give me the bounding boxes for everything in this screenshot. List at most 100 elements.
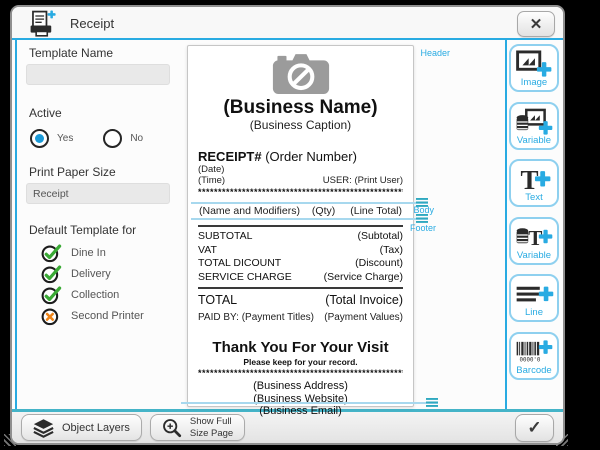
tool-label: Text <box>525 192 542 203</box>
service-charge-row[interactable]: SERVICE CHARGE(Service Charge) <box>198 271 403 285</box>
show-full-label-line1: Show Full <box>190 416 232 427</box>
object-layers-label: Object Layers <box>62 422 130 434</box>
row-label: SUBTOTAL <box>198 230 252 244</box>
receipt-template-icon <box>29 10 56 37</box>
item-total-column[interactable]: (Line Total) <box>350 205 402 217</box>
no-image-camera-icon <box>272 53 330 95</box>
business-address-object[interactable]: (Business Address) <box>198 381 403 393</box>
tool-label: Line <box>525 307 543 318</box>
line-plus-icon <box>513 280 555 307</box>
receipt-preview-canvas[interactable]: Header (Business Name) (Business Caption… <box>187 45 414 407</box>
template-name-input[interactable] <box>26 64 170 85</box>
object-layers-button[interactable]: Object Layers <box>21 414 142 441</box>
region-label-body: Body <box>413 205 434 215</box>
content-area: Template Name Active Yes No Print Paper … <box>12 40 563 409</box>
option-label: Collection <box>71 289 119 301</box>
active-no-radio[interactable] <box>103 129 122 148</box>
add-text-button[interactable]: T Text <box>509 159 559 207</box>
region-label-header: Header <box>420 48 450 58</box>
show-full-label-line2: Size Page <box>190 428 233 439</box>
paid-by-row[interactable]: PAID BY: (Payment Titles) (Payment Values… <box>198 312 403 324</box>
database-image-plus-icon <box>513 108 555 135</box>
row-label: PAID BY: (Payment Titles) <box>198 312 314 324</box>
add-text-variable-button[interactable]: T Variable <box>509 217 559 265</box>
region-label-footer: Footer <box>410 223 436 233</box>
tool-label: Variable <box>517 135 551 146</box>
svg-text:0000'0: 0000'0 <box>520 357 541 363</box>
close-button[interactable]: ✕ <box>517 11 555 37</box>
receipt-number-object[interactable]: RECEIPT# (Order Number) <box>198 149 403 164</box>
divider-rule[interactable] <box>198 287 403 289</box>
business-caption-object[interactable]: (Business Caption) <box>198 118 403 133</box>
order-number-variable: (Order Number) <box>262 149 357 164</box>
text-plus-icon: T <box>513 165 555 192</box>
checked-circle-icon <box>41 243 62 263</box>
item-name-column[interactable]: (Name and Modifiers) <box>199 205 312 217</box>
separator-line-object[interactable]: ****************************************… <box>198 188 403 197</box>
default-template-label: Default Template for <box>29 223 184 237</box>
default-option-delivery[interactable]: Delivery <box>41 263 184 284</box>
row-label: TOTAL <box>198 293 237 308</box>
image-plus-icon <box>513 50 555 77</box>
date-object[interactable]: (Date) <box>198 164 403 175</box>
user-object[interactable]: USER: (Print User) <box>323 175 403 186</box>
checked-circle-icon <box>41 264 62 284</box>
default-option-dine-in[interactable]: Dine In <box>41 242 184 263</box>
receipt-body-band[interactable]: (Name and Modifiers) (Qty) (Line Total) … <box>198 202 403 220</box>
add-image-button[interactable]: Image <box>509 44 559 92</box>
tool-label: Image <box>521 77 547 88</box>
template-name-label: Template Name <box>29 46 184 60</box>
thank-you-object[interactable]: Thank You For Your Visit <box>198 339 403 357</box>
row-value: (Payment Values) <box>324 312 403 324</box>
row-label: TOTAL DICOUNT <box>198 257 281 271</box>
business-email-object[interactable]: (Business Email) <box>198 406 403 418</box>
divider-rule[interactable] <box>198 225 403 227</box>
totals-block[interactable]: SUBTOTAL(Subtotal) VAT (Tax) TOTAL DICOUN… <box>198 230 403 284</box>
discount-row[interactable]: TOTAL DICOUNT (Discount) <box>198 257 403 271</box>
barcode-plus-icon: 0000'0 <box>513 338 555 365</box>
keep-note-object[interactable]: Please keep for your record. <box>198 357 403 367</box>
add-line-button[interactable]: Line <box>509 274 559 322</box>
footer-end-grip-icon[interactable] <box>426 398 438 407</box>
database-text-plus-icon: T <box>513 223 555 250</box>
left-boundary-line <box>15 40 17 409</box>
body-top-boundary <box>191 202 428 204</box>
default-option-collection[interactable]: Collection <box>41 284 184 305</box>
active-no-label: No <box>130 133 143 144</box>
toolbox-panel: Image Variable T <box>509 44 559 389</box>
crossed-circle-icon <box>41 306 62 326</box>
layers-icon <box>33 418 54 438</box>
screen: Receipt ✕ Template Name Active Yes N <box>0 0 600 450</box>
body-bottom-boundary <box>191 218 428 220</box>
business-logo-placeholder[interactable] <box>198 53 403 97</box>
separator-line-object[interactable]: ****************************************… <box>198 369 403 378</box>
checked-circle-icon <box>41 285 62 305</box>
vat-row[interactable]: VAT (Tax) <box>198 244 403 258</box>
add-barcode-button[interactable]: 0000'0 Barcode <box>509 332 559 380</box>
active-yes-label: Yes <box>57 133 73 144</box>
confirm-icon: ✓ <box>527 418 541 438</box>
receipt-number-label: RECEIPT# <box>198 149 262 164</box>
row-label: SERVICE CHARGE <box>198 271 292 285</box>
option-label: Dine In <box>71 247 106 259</box>
show-full-size-button[interactable]: Show Full Size Page <box>150 414 245 441</box>
row-value: (Tax) <box>380 244 403 258</box>
business-name-object[interactable]: (Business Name) <box>198 97 403 118</box>
settings-panel: Template Name Active Yes No Print Paper … <box>26 40 184 326</box>
active-yes-radio[interactable] <box>30 129 49 148</box>
paper-size-label: Print Paper Size <box>29 165 184 179</box>
subtotal-row[interactable]: SUBTOTAL(Subtotal) <box>198 230 403 244</box>
item-qty-column[interactable]: (Qty) <box>312 205 335 217</box>
confirm-button[interactable]: ✓ <box>515 414 554 442</box>
window-title: Receipt <box>70 16 114 31</box>
row-label: VAT <box>198 244 217 258</box>
default-option-second-printer[interactable]: Second Printer <box>41 305 184 326</box>
footer-end-boundary <box>181 402 438 404</box>
add-image-variable-button[interactable]: Variable <box>509 102 559 150</box>
time-object[interactable]: (Time) <box>198 175 225 186</box>
total-row[interactable]: TOTAL(Total Invoice) <box>198 293 403 308</box>
paper-size-input[interactable] <box>26 183 170 204</box>
row-value: (Discount) <box>355 257 403 271</box>
title-bar: Receipt ✕ <box>12 7 563 38</box>
zoom-icon <box>162 418 182 438</box>
